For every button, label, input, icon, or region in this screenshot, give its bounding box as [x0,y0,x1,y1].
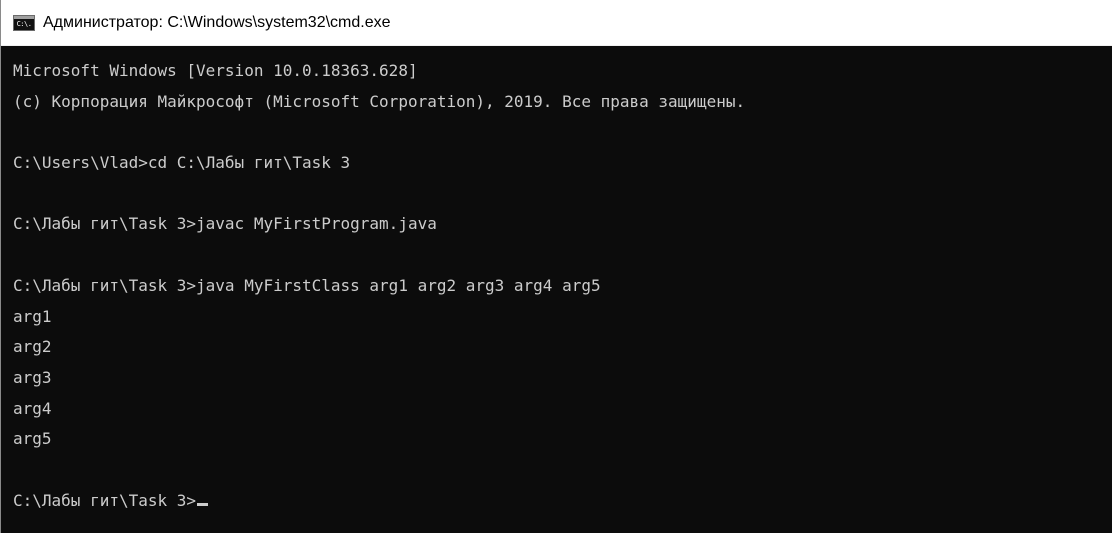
console-line: arg2 [13,337,52,357]
window-title: Администратор: C:\Windows\system32\cmd.e… [43,13,391,31]
cmd-icon-glyph: C:\. [16,20,32,28]
prompt-text: C:\Лабы гит\Task 3> [13,490,197,510]
console-line: C:\Лабы гит\Task 3>javac MyFirstProgram.… [13,214,437,234]
console-line: C:\Лабы гит\Task 3>java MyFirstClass arg… [13,275,601,295]
console-line: C:\Users\Vlad>cd C:\Лабы гит\Task 3 [13,153,351,173]
prompt-line[interactable]: C:\Лабы гит\Task 3> [13,486,1112,517]
cmd-window: C:\. Администратор: C:\Windows\system32\… [0,0,1112,533]
console-line: arg4 [13,398,52,418]
console-line: (c) Корпорация Майкрософт (Microsoft Cor… [13,91,746,111]
console-line: arg3 [13,367,52,387]
console-output[interactable]: Microsoft Windows [Version 10.0.18363.62… [1,46,1112,533]
console-line: Microsoft Windows [Version 10.0.18363.62… [13,61,418,80]
cmd-console-icon[interactable]: C:\. [13,14,35,31]
title-bar[interactable]: C:\. Администратор: C:\Windows\system32\… [1,0,1112,46]
console-line: arg5 [13,429,52,449]
text-cursor [197,502,209,506]
console-line: arg1 [13,306,52,326]
